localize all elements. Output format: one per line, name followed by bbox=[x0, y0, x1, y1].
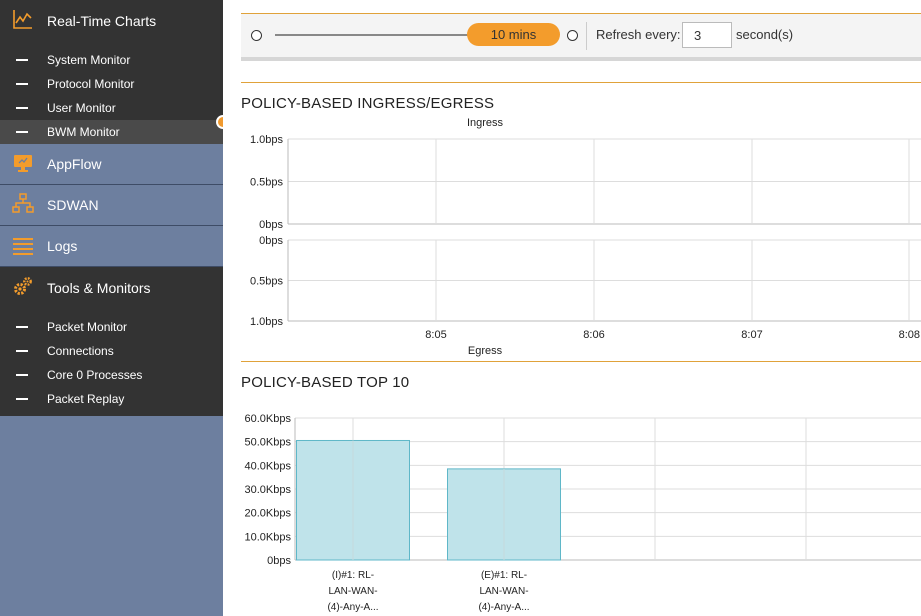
sidebar-item-label: AppFlow bbox=[47, 156, 102, 172]
time-toolbar: 10 mins Refresh every: second(s) bbox=[241, 13, 921, 61]
y-tick-label: 0.5bps bbox=[250, 276, 284, 288]
list-icon bbox=[12, 234, 34, 256]
y-tick-label: 0bps bbox=[259, 219, 283, 231]
sidebar-item-system-monitor[interactable]: System Monitor bbox=[0, 48, 223, 72]
sidebar-item-packet-replay[interactable]: Packet Replay bbox=[0, 387, 223, 411]
sidebar-item-label: Logs bbox=[47, 238, 78, 254]
main-content: 10 mins Refresh every: second(s) POLICY-… bbox=[223, 0, 921, 616]
x-category-label: (4)-Any-A... bbox=[327, 602, 378, 613]
y-tick-label: 0bps bbox=[259, 235, 283, 247]
section-divider bbox=[241, 82, 921, 83]
time-slider-track[interactable] bbox=[275, 34, 471, 36]
x-category-label: LAN-WAN- bbox=[479, 586, 528, 597]
y-tick-label: 30.0Kbps bbox=[245, 484, 292, 496]
y-tick-label: 20.0Kbps bbox=[245, 508, 292, 520]
slider-min-radio[interactable] bbox=[251, 30, 262, 41]
dash-icon bbox=[16, 83, 28, 85]
sidebar-item-bwm-monitor[interactable]: BWM Monitor bbox=[0, 120, 223, 144]
y-tick-label: 60.0Kbps bbox=[245, 413, 292, 425]
sidebar-item-connections[interactable]: Connections bbox=[0, 339, 223, 363]
chart-title: Ingress bbox=[467, 117, 504, 129]
sidebar-item-tools-monitors[interactable]: Tools & Monitors bbox=[0, 267, 223, 308]
top10-bar-chart: 60.0Kbps 50.0Kbps 40.0Kbps 30.0Kbps 20.0Kbps… bbox=[245, 413, 921, 613]
sidebar-group-tools: Tools & Monitors Packet Monitor Connecti… bbox=[0, 267, 223, 416]
x-category-label: (E)#1: RL- bbox=[481, 570, 527, 581]
y-tick-label: 1.0bps bbox=[250, 316, 284, 328]
dash-icon bbox=[16, 59, 28, 61]
sidebar-item-sdwan[interactable]: SDWAN bbox=[0, 185, 223, 226]
y-tick-label: 10.0Kbps bbox=[245, 531, 292, 543]
top10-title: POLICY-BASED TOP 10 bbox=[241, 374, 410, 391]
x-tick-label: 8:06 bbox=[583, 329, 604, 341]
x-category-label: (I)#1: RL- bbox=[332, 570, 374, 581]
x-category-label: (4)-Any-A... bbox=[478, 602, 529, 613]
sidebar: Real-Time Charts System Monitor Protocol… bbox=[0, 0, 230, 616]
gears-icon bbox=[12, 275, 34, 297]
y-tick-label: 0.5bps bbox=[250, 177, 284, 189]
ingress-egress-chart: Ingress 1.0bps 0.5bps 0bps Egress 0bps 0.5bps 1… bbox=[250, 117, 921, 357]
time-slider-handle[interactable]: 10 mins bbox=[467, 23, 560, 46]
app-window: Real-Time Charts System Monitor Protocol… bbox=[0, 0, 921, 616]
x-tick-label: 8:08 bbox=[899, 329, 920, 341]
sidebar-group-realtime: Real-Time Charts System Monitor Protocol… bbox=[0, 0, 223, 144]
dash-icon bbox=[16, 374, 28, 376]
sidebar-item-label: Core 0 Processes bbox=[47, 368, 143, 382]
monitor-icon bbox=[12, 152, 34, 174]
sidebar-item-label: Packet Monitor bbox=[47, 320, 128, 334]
sidebar-item-label: SDWAN bbox=[47, 197, 99, 213]
sidebar-item-label: Tools & Monitors bbox=[47, 279, 151, 296]
sidebar-item-realtime-charts[interactable]: Real-Time Charts bbox=[0, 0, 223, 41]
y-tick-label: 1.0bps bbox=[250, 134, 284, 146]
sidebar-item-appflow[interactable]: AppFlow bbox=[0, 144, 223, 185]
y-tick-label: 40.0Kbps bbox=[245, 460, 292, 472]
dash-icon bbox=[16, 398, 28, 400]
sidebar-item-label: Protocol Monitor bbox=[47, 77, 135, 91]
sidebar-item-label: User Monitor bbox=[47, 101, 116, 115]
dash-icon bbox=[16, 326, 28, 328]
line-chart-icon bbox=[12, 8, 34, 30]
sidebar-item-label: Connections bbox=[47, 344, 114, 358]
sidebar-item-protocol-monitor[interactable]: Protocol Monitor bbox=[0, 72, 223, 96]
x-tick-label: 8:05 bbox=[425, 329, 446, 341]
x-category-label: LAN-WAN- bbox=[328, 586, 377, 597]
sidebar-item-label: Real-Time Charts bbox=[47, 12, 157, 29]
dash-icon bbox=[16, 107, 28, 109]
refresh-unit-label: second(s) bbox=[736, 27, 794, 42]
network-icon bbox=[12, 193, 34, 215]
toolbar-divider bbox=[586, 22, 587, 50]
y-tick-label: 0bps bbox=[267, 555, 291, 567]
dash-icon bbox=[16, 350, 28, 352]
refresh-interval-input[interactable] bbox=[682, 22, 732, 48]
section-divider bbox=[241, 361, 921, 362]
sidebar-item-label: System Monitor bbox=[47, 53, 131, 67]
slider-max-radio[interactable] bbox=[567, 30, 578, 41]
sidebar-item-core-0-processes[interactable]: Core 0 Processes bbox=[0, 363, 223, 387]
sidebar-item-packet-monitor[interactable]: Packet Monitor bbox=[0, 315, 223, 339]
sidebar-item-label: Packet Replay bbox=[47, 392, 125, 406]
refresh-label: Refresh every: bbox=[596, 27, 681, 42]
sidebar-item-label: BWM Monitor bbox=[47, 125, 120, 139]
dash-icon bbox=[16, 131, 28, 133]
sidebar-item-user-monitor[interactable]: User Monitor bbox=[0, 96, 223, 120]
x-tick-label: 8:07 bbox=[741, 329, 762, 341]
chart-title: Egress bbox=[468, 345, 503, 357]
sidebar-item-logs[interactable]: Logs bbox=[0, 226, 223, 267]
y-tick-label: 50.0Kbps bbox=[245, 437, 292, 449]
